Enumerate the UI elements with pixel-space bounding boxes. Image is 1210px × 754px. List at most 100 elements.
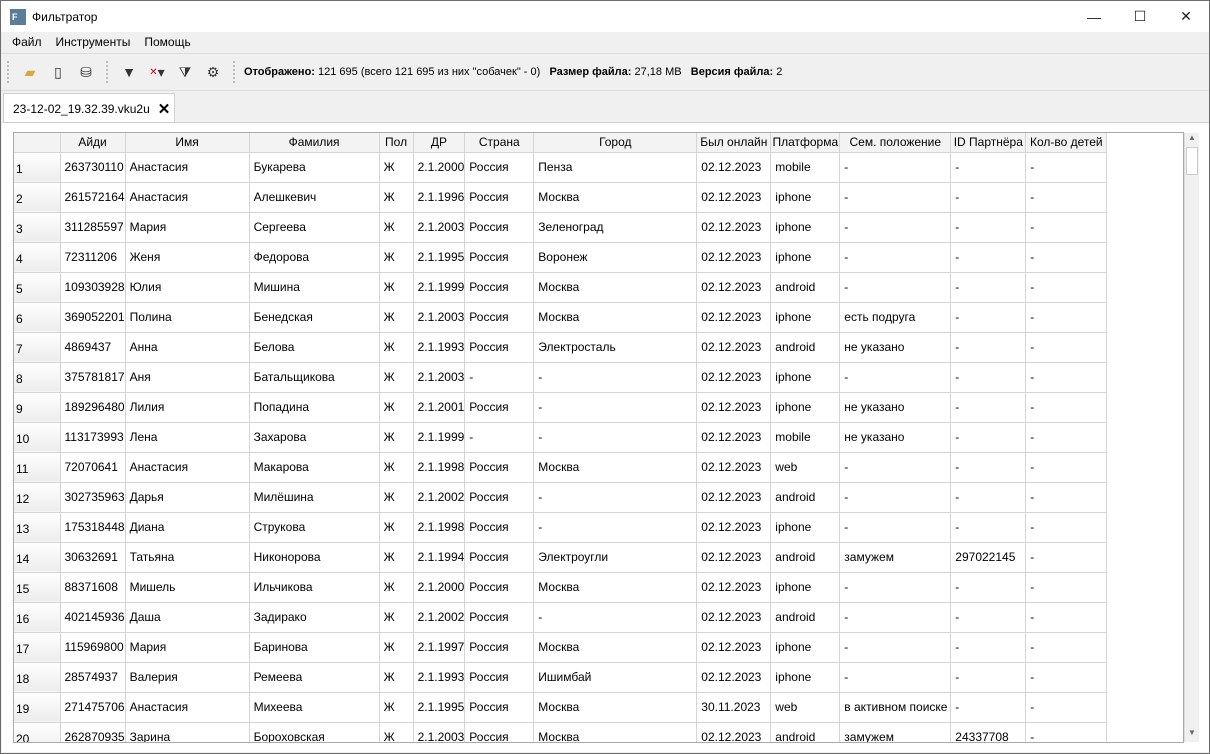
cell-partner-id[interactable]: - (950, 662, 1027, 693)
cell-country[interactable]: Россия (464, 722, 535, 742)
cell-first-name[interactable]: Татьяна (125, 542, 250, 573)
cell-sex[interactable]: Ж (379, 212, 414, 243)
cell-id[interactable]: 402145936 (60, 602, 126, 633)
column-header-partner-id[interactable]: ID Партнёра (950, 133, 1027, 153)
cell-row-number[interactable]: 6 (14, 302, 61, 333)
cell-platform[interactable]: iphone (770, 632, 841, 663)
cell-last-online[interactable]: 02.12.2023 (696, 542, 772, 573)
cell-id[interactable]: 30632691 (60, 542, 126, 573)
cell-city[interactable]: - (533, 392, 698, 423)
cell-last-name[interactable]: Струкова (249, 512, 380, 543)
cell-children-count[interactable]: - (1025, 512, 1108, 543)
cell-platform[interactable]: android (770, 542, 841, 573)
cell-country[interactable]: Россия (464, 572, 535, 603)
cell-partner-id[interactable]: - (950, 302, 1027, 333)
cell-last-online[interactable]: 02.12.2023 (696, 242, 772, 273)
cell-birth-date[interactable]: 2.1.1997 (413, 632, 466, 663)
cell-id[interactable]: 311285597 (60, 212, 126, 243)
cell-row-number[interactable]: 3 (14, 212, 61, 243)
table-row[interactable]: 8 375781817 Аня Батальщикова Ж 2.1.2003- -02.1… (14, 362, 1108, 393)
cell-row-number[interactable]: 20 (14, 722, 61, 742)
cell-children-count[interactable]: - (1025, 602, 1108, 633)
cell-platform[interactable]: iphone (770, 362, 841, 393)
cell-country[interactable]: Россия (464, 632, 535, 663)
cell-sex[interactable]: Ж (379, 182, 414, 213)
cell-relationship[interactable]: - (839, 452, 952, 483)
vertical-scrollbar[interactable]: ▲ ▼ (1184, 133, 1199, 742)
cell-sex[interactable]: Ж (379, 542, 414, 573)
column-header-id[interactable]: Айди (60, 133, 126, 153)
cell-platform[interactable]: android (770, 722, 841, 742)
cell-first-name[interactable]: Мария (125, 632, 250, 663)
cell-id[interactable]: 72070641 (60, 452, 126, 483)
cell-first-name[interactable]: Анастасия (125, 452, 250, 483)
cell-platform[interactable]: android (770, 482, 841, 513)
cell-children-count[interactable]: - (1025, 542, 1108, 573)
table-row[interactable]: 13 175318448 Диана Струкова Ж 2.1.1998 Россия -… (14, 512, 1108, 543)
menu-file[interactable]: Файл (1, 35, 49, 49)
cell-partner-id[interactable]: - (950, 572, 1027, 603)
cell-sex[interactable]: Ж (379, 572, 414, 603)
cell-last-online[interactable]: 02.12.2023 (696, 182, 772, 213)
cell-birth-date[interactable]: 2.1.2003 (413, 212, 466, 243)
cell-children-count[interactable]: - (1025, 152, 1108, 183)
column-header-last-online[interactable]: Был онлайн (696, 133, 772, 153)
cell-country[interactable]: Россия (464, 482, 535, 513)
cell-sex[interactable]: Ж (379, 632, 414, 663)
cell-relationship[interactable]: - (839, 242, 952, 273)
cell-row-number[interactable]: 4 (14, 242, 61, 273)
cell-id[interactable]: 72311206 (60, 242, 126, 273)
cell-id[interactable]: 4869437 (60, 332, 126, 363)
cell-relationship[interactable]: замужем (839, 542, 952, 573)
cell-partner-id[interactable]: - (950, 482, 1027, 513)
cell-last-online[interactable]: 02.12.2023 (696, 422, 772, 453)
cell-partner-id[interactable]: - (950, 212, 1027, 243)
cell-birth-date[interactable]: 2.1.2000 (413, 572, 466, 603)
cell-last-online[interactable]: 02.12.2023 (696, 392, 772, 423)
cell-id[interactable]: 115969800 (60, 632, 126, 663)
cell-sex[interactable]: Ж (379, 602, 414, 633)
cell-last-name[interactable]: Никонорова (249, 542, 380, 573)
cell-id[interactable]: 375781817 (60, 362, 126, 393)
cell-last-online[interactable]: 02.12.2023 (696, 482, 772, 513)
cell-last-online[interactable]: 02.12.2023 (696, 302, 772, 333)
cell-relationship[interactable]: - (839, 572, 952, 603)
cell-row-number[interactable]: 14 (14, 542, 61, 573)
cell-country[interactable]: Россия (464, 302, 535, 333)
menu-help[interactable]: Помощь (137, 35, 197, 49)
cell-first-name[interactable]: Мишель (125, 572, 250, 603)
cell-first-name[interactable]: Мария (125, 212, 250, 243)
cell-row-number[interactable]: 9 (14, 392, 61, 423)
scroll-up-icon[interactable]: ▲ (1185, 133, 1199, 147)
cell-sex[interactable]: Ж (379, 392, 414, 423)
cell-partner-id[interactable]: - (950, 362, 1027, 393)
cell-id[interactable]: 88371608 (60, 572, 126, 603)
cell-first-name[interactable]: Женя (125, 242, 250, 273)
cell-country[interactable]: Россия (464, 512, 535, 543)
cell-last-online[interactable]: 02.12.2023 (696, 212, 772, 243)
cell-birth-date[interactable]: 2.1.1993 (413, 332, 466, 363)
column-header-first-name[interactable]: Имя (125, 133, 250, 153)
cell-birth-date[interactable]: 2.1.1998 (413, 512, 466, 543)
cell-sex[interactable]: Ж (379, 512, 414, 543)
cell-last-name[interactable]: Попадина (249, 392, 380, 423)
cell-partner-id[interactable]: 297022145 (950, 542, 1027, 573)
cell-country[interactable]: - (464, 362, 535, 393)
cell-birth-date[interactable]: 2.1.1998 (413, 452, 466, 483)
cell-relationship[interactable]: замужем (839, 722, 952, 742)
cell-children-count[interactable]: - (1025, 692, 1108, 723)
cell-children-count[interactable]: - (1025, 632, 1108, 663)
cell-row-number[interactable]: 12 (14, 482, 61, 513)
cell-city[interactable]: Москва (533, 632, 698, 663)
cell-id[interactable]: 109303928 (60, 272, 126, 303)
cell-first-name[interactable]: Полина (125, 302, 250, 333)
cell-relationship[interactable]: - (839, 272, 952, 303)
column-header-children-count[interactable]: Кол-во детей (1025, 133, 1108, 153)
toolbar-grip[interactable] (233, 61, 236, 83)
cell-partner-id[interactable]: - (950, 152, 1027, 183)
close-button[interactable]: ✕ (1163, 1, 1209, 32)
table-row[interactable]: 9 189296480 Лилия Попадина Ж 2.1.2001 Россия -0… (14, 392, 1108, 423)
cell-birth-date[interactable]: 2.1.2003 (413, 302, 466, 333)
cell-relationship[interactable]: есть подруга (839, 302, 952, 333)
cell-last-online[interactable]: 02.12.2023 (696, 632, 772, 663)
